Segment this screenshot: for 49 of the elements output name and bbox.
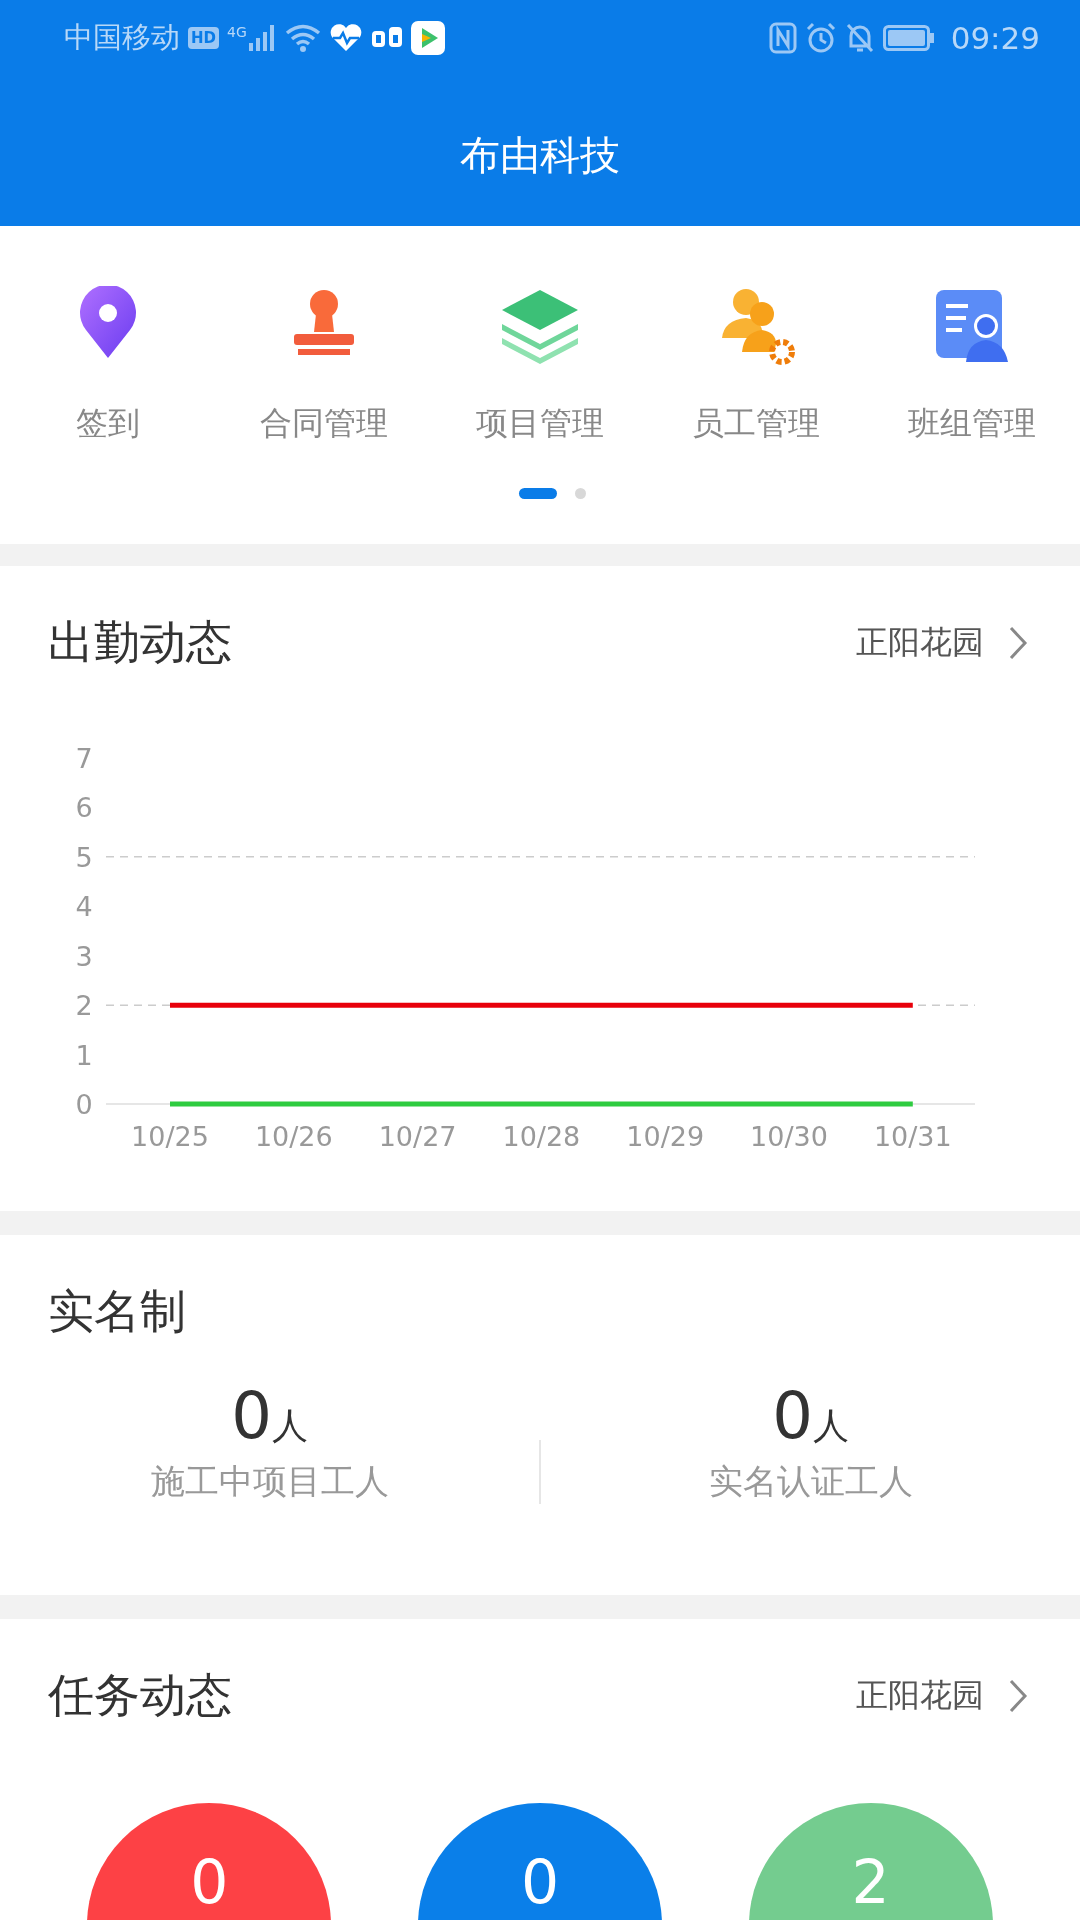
project-selector[interactable]: 正阳花园 [856,621,1028,665]
axis-label: 7 [75,743,93,774]
shortcut-item[interactable]: 员工管理 [648,286,864,446]
shortcut-item[interactable]: 签到 [0,286,216,446]
nfc-icon [768,22,797,54]
axis-label: 2 [75,990,93,1022]
mute-bell-icon [844,22,875,54]
alarm-icon [804,22,837,54]
axis-label: 0 [75,1089,93,1120]
app-title: 布由科技 [459,131,621,180]
task-count-circle[interactable]: 0 [87,1803,332,1920]
wifi-icon [284,24,321,52]
project-selector[interactable]: 正阳花园 [856,1674,1028,1718]
stat-unit: 人 [812,1404,849,1448]
stat-value: 0 [772,1379,813,1453]
axis-label: 10/25 [131,1121,209,1152]
axis-label: 10/31 [873,1121,952,1152]
stat-label: 施工中项目工人 [150,1460,389,1503]
stat-unit: 人 [271,1404,308,1448]
carrier-name: 中国移动 [64,19,180,56]
clock: 09:29 [950,20,1040,56]
battery-icon [882,25,935,51]
play-app-icon [410,21,445,55]
axis-label: 1 [75,1039,93,1071]
axis-label: 10/27 [378,1121,457,1152]
section-title: 实名制 [48,1283,186,1340]
network-type: 4G [227,24,247,40]
axis-label: 3 [75,940,93,972]
axis-label: 4 [75,891,93,923]
axis-label: 10/30 [750,1121,828,1152]
shortcut-item[interactable]: 项目管理 [432,286,648,446]
hd-badge: HD [188,27,219,49]
section-title: 任务动态 [48,1667,232,1724]
stat-label: 实名认证工人 [708,1460,913,1503]
task-count-circle[interactable]: 2 [748,1803,993,1920]
axis-label: 10/29 [626,1121,705,1152]
chevron-right-icon [1008,1678,1028,1714]
axis-label: 10/26 [254,1121,333,1152]
axis-label: 10/28 [502,1121,581,1152]
signal-icon [246,25,277,51]
section-title: 出勤动态 [48,614,232,671]
shortcut-item[interactable]: 合同管理 [216,286,432,446]
shortcut-item[interactable]: 班组管理 [864,286,1080,446]
heart-icon [328,24,363,52]
task-count-circle[interactable]: 0 [418,1803,662,1920]
axis-label: 6 [75,792,93,824]
stat-value: 0 [231,1379,272,1453]
chevron-right-icon [1008,625,1028,661]
axis-label: 5 [75,841,93,873]
